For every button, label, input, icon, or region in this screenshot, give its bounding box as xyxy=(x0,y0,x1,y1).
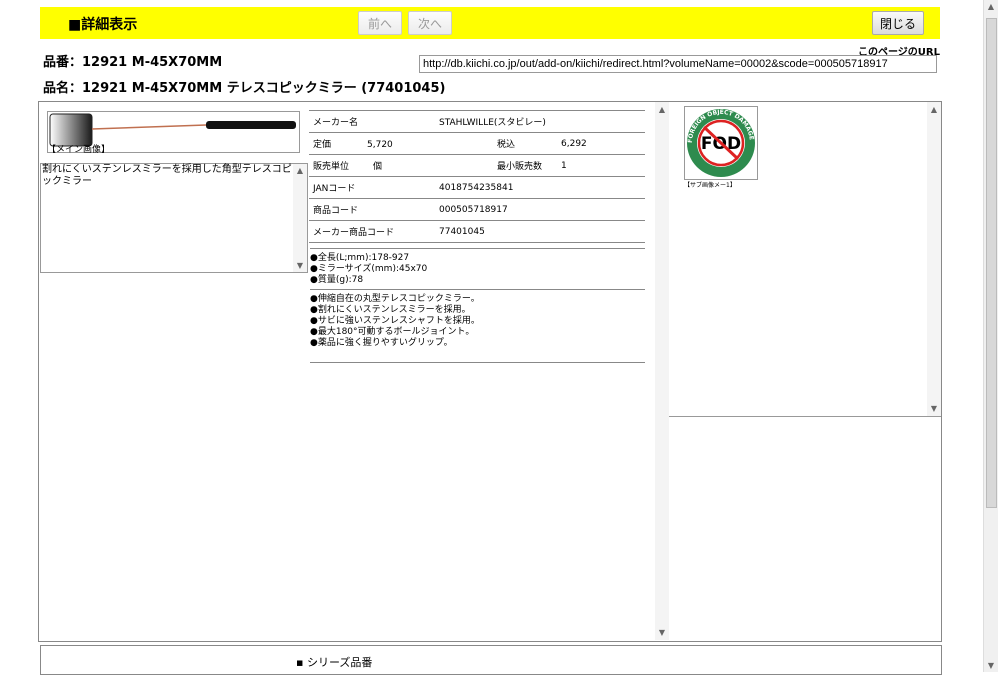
scrollbar-thumb[interactable] xyxy=(986,18,997,508)
next-button[interactable]: 次へ xyxy=(408,11,452,35)
series-label: シリーズ品番 xyxy=(306,656,373,669)
page-url-field[interactable]: http://db.kiichi.co.jp/out/add-on/kiichi… xyxy=(419,55,937,73)
list-item: ●質量(g):78 xyxy=(310,275,364,285)
list-item: ●薬品に強く握りやすいグリップ。 xyxy=(310,338,453,348)
series-frame xyxy=(40,645,942,675)
series-item: ▪ シリーズ品番 xyxy=(296,656,373,669)
scroll-down-icon[interactable]: ▼ xyxy=(984,661,998,670)
spec-label: 定価 5,720 xyxy=(309,132,435,155)
scroll-up-icon[interactable]: ▲ xyxy=(927,105,941,114)
list-item: ●全長(L;mm):178-927 xyxy=(310,253,410,263)
spec-notes: ●全長(L;mm):178-927 ●ミラーサイズ(mm):45x70 ●質量(… xyxy=(310,248,645,290)
spec-value: 4018754235841 xyxy=(435,176,645,199)
spec-label: 最小販売数 xyxy=(493,154,557,177)
spec-label: メーカー名 xyxy=(309,110,435,133)
table-row: 定価 5,720 税込 6,292 xyxy=(309,132,645,155)
sub-image-scrollbar[interactable]: ▲ ▼ xyxy=(927,102,941,416)
description-scrollbar[interactable]: ▲ ▼ xyxy=(293,164,307,272)
page-scrollbar[interactable]: ▲ ▼ xyxy=(983,0,998,672)
table-row: メーカー商品コード 77401045 xyxy=(309,220,645,243)
feature-list: ●伸縮自在の丸型テレスコピックミラー。 ●割れにくいステンレスミラーを採用。 ●… xyxy=(310,291,645,363)
sub-image[interactable]: FOREIGN OBJECT DAMAGE FOD xyxy=(684,106,758,180)
prev-button[interactable]: 前へ xyxy=(358,11,402,35)
scroll-down-icon[interactable]: ▼ xyxy=(927,404,941,413)
fod-logo-icon: FOREIGN OBJECT DAMAGE FOD xyxy=(684,106,758,180)
table-row: 販売単位個 最小販売数 1 xyxy=(309,154,645,177)
list-item: ●最大180°可動するボールジョイント。 xyxy=(310,327,475,337)
spec-label: 税込 xyxy=(493,132,557,155)
spec-label: JANコード xyxy=(309,176,435,199)
spec-label: 商品コード xyxy=(309,198,435,221)
product-name: 品名：12921 M-45X70MM テレスコピックミラー (77401045) xyxy=(43,81,446,96)
list-item: ●割れにくいステンレスミラーを採用。 xyxy=(310,305,471,315)
page-title: ■詳細表示 xyxy=(68,17,138,33)
spec-value: 個 xyxy=(373,162,383,172)
list-item: ●サビに強いステンレスシャフトを採用。 xyxy=(310,316,480,326)
description-text: 割れにくいステンレスミラーを採用した角型テレスコピックミラー xyxy=(42,164,292,187)
table-row: メーカー名 STAHLWILLE(スタビレー) xyxy=(309,110,645,133)
table-row: JANコード 4018754235841 xyxy=(309,176,645,199)
header-bar: ■詳細表示 xyxy=(40,7,940,39)
spec-label: 販売単位個 xyxy=(309,154,435,177)
spec-label: メーカー商品コード xyxy=(309,220,435,243)
spec-value: 000505718917 xyxy=(435,198,645,221)
spec-value: 77401045 xyxy=(435,220,645,243)
spec-panel-scrollbar[interactable]: ▲ ▼ xyxy=(655,102,669,640)
scroll-down-icon[interactable]: ▼ xyxy=(655,628,669,637)
list-item: ●伸縮自在の丸型テレスコピックミラー。 xyxy=(310,294,480,304)
description-box[interactable]: 割れにくいステンレスミラーを採用した角型テレスコピックミラー ▲ ▼ xyxy=(40,163,308,273)
spec-value: 1 xyxy=(557,154,645,177)
spec-value: STAHLWILLE(スタビレー) xyxy=(435,110,645,133)
list-item: ●ミラーサイズ(mm):45x70 xyxy=(310,264,428,274)
sub-image-caption: 【サブ画像メー1】 xyxy=(684,182,736,189)
spec-table: メーカー名 STAHLWILLE(スタビレー) 定価 5,720 税込 6,292… xyxy=(309,110,645,243)
spec-value: 5,720 xyxy=(367,140,393,150)
scroll-down-icon[interactable]: ▼ xyxy=(293,261,307,270)
scroll-up-icon[interactable]: ▲ xyxy=(655,105,669,114)
main-image-caption: 【メイン画像】 xyxy=(47,145,111,155)
scroll-up-icon[interactable]: ▲ xyxy=(293,166,307,175)
scroll-up-icon[interactable]: ▲ xyxy=(984,2,998,11)
table-row: 商品コード 000505718917 xyxy=(309,198,645,221)
product-number: 品番：12921 M-45X70MM xyxy=(43,55,223,70)
spec-value: 6,292 xyxy=(557,132,645,155)
close-button[interactable]: 閉じる xyxy=(872,11,924,35)
